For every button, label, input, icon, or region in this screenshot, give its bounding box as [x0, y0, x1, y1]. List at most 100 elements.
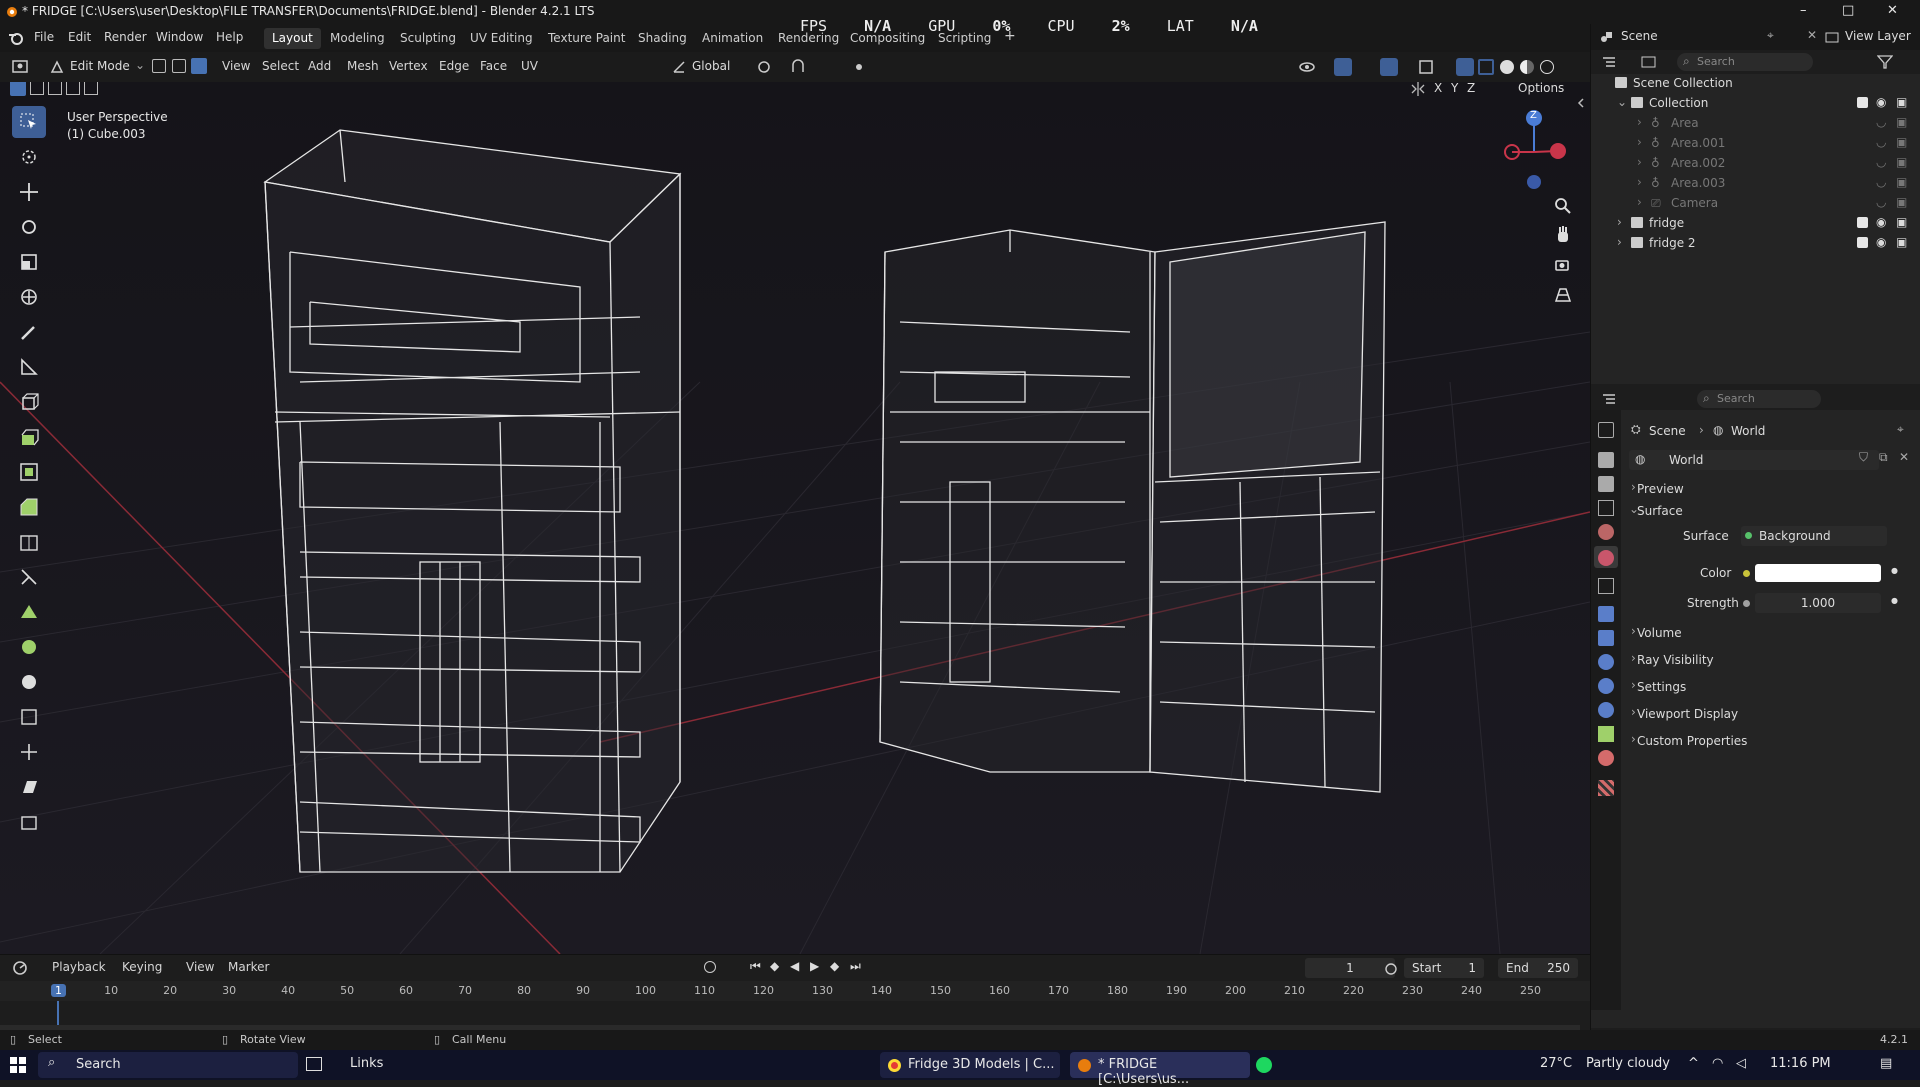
add-cube-tool[interactable] — [12, 386, 46, 418]
eye-closed-icon[interactable]: ◡ — [1876, 155, 1886, 169]
outliner-search[interactable]: ⌕ Search — [1677, 53, 1813, 71]
menu-help[interactable]: Help — [216, 30, 243, 44]
vp-menu-add[interactable]: Add — [308, 59, 331, 73]
shear-tool[interactable] — [12, 771, 46, 803]
minimize-button[interactable]: – — [1800, 3, 1807, 18]
menu-file[interactable]: File — [34, 30, 54, 44]
select-new-icon[interactable] — [10, 82, 26, 96]
outliner-row-camera[interactable]: › ⎚ Camera ◡ ▣ — [1591, 194, 1920, 214]
panel-preview[interactable]: Preview — [1637, 482, 1684, 496]
camera-render-icon[interactable]: ▣ — [1896, 215, 1907, 229]
taskbar-app-blender[interactable]: * FRIDGE [C:\Users\us... — [1070, 1052, 1250, 1087]
particles-tab-icon[interactable] — [1598, 654, 1614, 670]
outliner-row-fridge[interactable]: › fridge ◉ ▣ — [1591, 214, 1920, 234]
scene-tab-icon[interactable] — [1598, 524, 1614, 540]
fake-user-icon[interactable]: ⛉ — [1859, 450, 1868, 465]
eye-icon[interactable]: ◉ — [1876, 235, 1886, 249]
scene-selector[interactable]: Scene — [1621, 29, 1658, 43]
outliner-row-fridge-2[interactable]: › fridge 2 ◉ ▣ — [1591, 234, 1920, 254]
expand-chevron-icon[interactable]: › — [1617, 215, 1622, 229]
display-mode-icon[interactable] — [1641, 55, 1657, 69]
xray-active-icon[interactable] — [1456, 58, 1474, 76]
bevel-tool[interactable] — [12, 491, 46, 523]
eye-closed-icon[interactable]: ◡ — [1876, 115, 1886, 129]
vertex-select-icon[interactable] — [152, 59, 166, 73]
select-box-tool[interactable] — [12, 106, 46, 138]
tab-texture-paint[interactable]: Texture Paint — [540, 28, 633, 49]
strength-field[interactable]: 1.000 — [1755, 593, 1881, 613]
frame-ruler[interactable]: 1 10 20 30 40 50 60 70 80 90 100 110 120 130 140 150 160… — [0, 981, 1590, 1001]
timeline-menu-keying[interactable]: Keying — [122, 960, 162, 974]
play-icon[interactable]: ▶ — [810, 959, 819, 973]
taskbar-links[interactable]: Links — [350, 1056, 383, 1071]
mirror-y-toggle[interactable]: Y — [1451, 82, 1458, 95]
editor-type-icon[interactable] — [12, 60, 30, 74]
camera-render-icon[interactable]: ▣ — [1896, 195, 1907, 209]
play-reverse-icon[interactable]: ◀ — [790, 959, 799, 973]
render-tab-icon[interactable] — [1598, 452, 1614, 468]
camera-render-icon[interactable]: ▣ — [1896, 115, 1907, 129]
outliner-row-area-003[interactable]: › ♁ Area.003 ◡ ▣ — [1591, 174, 1920, 194]
expand-chevron-icon[interactable]: › — [1637, 175, 1642, 189]
fridge-1-wireframe[interactable] — [263, 129, 682, 873]
xray-toggle-icon[interactable] — [1418, 59, 1434, 75]
maximize-button[interactable]: □ — [1842, 3, 1854, 18]
move-tool[interactable] — [12, 176, 46, 208]
vp-menu-view[interactable]: View — [222, 59, 250, 73]
measure-tool[interactable] — [12, 351, 46, 383]
camera-render-icon[interactable]: ▣ — [1896, 235, 1907, 249]
mirror-x-toggle[interactable]: X — [1434, 82, 1442, 95]
keyframe-dot-icon[interactable]: ● — [1891, 596, 1898, 605]
checkbox-icon[interactable] — [1857, 237, 1868, 248]
vp-menu-vertex[interactable]: Vertex — [389, 59, 428, 73]
start-frame-value[interactable]: 1 — [1468, 961, 1476, 975]
select-extend-icon[interactable] — [30, 82, 44, 95]
jump-end-icon[interactable]: ⏭ — [850, 959, 861, 974]
mirror-z-toggle[interactable]: Z — [1467, 82, 1475, 95]
panel-volume[interactable]: Volume — [1637, 626, 1682, 640]
wireframe-shading-icon[interactable] — [1478, 59, 1494, 75]
output-tab-icon[interactable] — [1598, 476, 1614, 492]
tab-uv-editing[interactable]: UV Editing — [462, 28, 541, 49]
volume-chevron-icon[interactable]: › — [1631, 624, 1636, 638]
select-intersect-icon[interactable] — [84, 82, 98, 95]
eye-closed-icon[interactable]: ◡ — [1876, 195, 1886, 209]
3d-viewport[interactable]: User Perspective (1) Cube.003 Z X Y Z Op… — [0, 82, 1590, 954]
visibility-toggle-icon[interactable] — [1298, 59, 1316, 75]
object-tab-icon[interactable] — [1598, 606, 1614, 622]
close-scene-icon[interactable]: ✕ — [1807, 28, 1817, 42]
world-datablock[interactable]: ◍ World — [1629, 450, 1879, 470]
vp-menu-face[interactable]: Face — [480, 59, 507, 73]
gizmo-toggle-icon[interactable] — [1334, 58, 1352, 76]
ray-visibility-chevron-icon[interactable]: › — [1631, 651, 1636, 665]
texture-tab-icon[interactable] — [1598, 780, 1614, 796]
select-subtract-icon[interactable] — [48, 82, 62, 95]
perspective-toggle-icon[interactable] — [1554, 286, 1572, 304]
transform-orientation-selector[interactable]: Global — [692, 59, 730, 73]
annotate-tool[interactable] — [12, 316, 46, 348]
world-tab-icon[interactable] — [1598, 550, 1614, 566]
mode-selector[interactable]: Edit Mode — [70, 59, 130, 73]
poly-build-tool[interactable] — [12, 596, 46, 628]
vp-menu-mesh[interactable]: Mesh — [347, 59, 379, 73]
stopwatch-icon[interactable] — [1384, 961, 1398, 975]
sidebar-toggle-icon[interactable] — [1576, 98, 1586, 108]
timeline-menu-playback[interactable]: Playback — [52, 960, 106, 974]
next-keyframe-icon[interactable]: ◆ — [830, 959, 839, 973]
view-layer-selector[interactable]: View Layer — [1845, 29, 1911, 43]
data-tab-icon[interactable] — [1598, 726, 1614, 742]
unlink-world-icon[interactable]: ✕ — [1899, 450, 1909, 464]
camera-render-icon[interactable]: ▣ — [1896, 95, 1907, 109]
shrink-fatten-tool[interactable] — [12, 736, 46, 768]
surface-shader-value[interactable]: Background — [1759, 529, 1831, 543]
eye-closed-icon[interactable]: ◡ — [1876, 175, 1886, 189]
rotate-tool[interactable] — [12, 211, 46, 243]
camera-render-icon[interactable]: ▣ — [1896, 135, 1907, 149]
options-menu[interactable]: Options — [1518, 82, 1564, 95]
knife-tool[interactable] — [12, 561, 46, 593]
vp-menu-uv[interactable]: UV — [521, 59, 538, 73]
modifier-tab-icon[interactable] — [1598, 630, 1614, 646]
notification-icon[interactable]: ▤ — [1880, 1056, 1892, 1071]
color-swatch[interactable] — [1755, 564, 1881, 582]
panel-surface[interactable]: Surface — [1637, 504, 1683, 518]
